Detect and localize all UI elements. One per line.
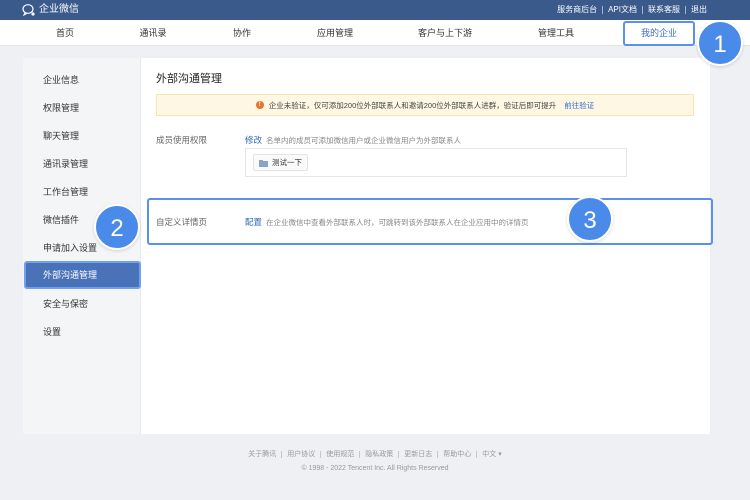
nav-app-management[interactable]: 应用管理	[317, 20, 353, 46]
sidebar-item-security[interactable]: 安全与保密	[23, 290, 141, 318]
member-permission-description: 名单内的成员可添加微信用户或企业微信用户为外部联系人	[266, 136, 461, 145]
wework-logo-icon	[22, 4, 35, 17]
member-list-box: 测试一下	[245, 148, 627, 177]
provider-admin-link[interactable]: 服务商后台	[552, 4, 602, 16]
page-title: 外部沟通管理	[156, 73, 222, 85]
nav-home[interactable]: 首页	[56, 20, 74, 46]
annotation-badge-1: 1	[697, 20, 743, 66]
language-selector[interactable]: 中文 ▾	[477, 449, 506, 459]
warning-text: 企业未验证，仅可添加200位外部联系人和邀请200位外部联系人进群，验证后即可提…	[268, 100, 557, 110]
sidebar-item-contacts-management[interactable]: 通讯录管理	[23, 150, 141, 178]
footer-link-changelog[interactable]: 更新日志	[399, 449, 437, 459]
footer-link-privacy[interactable]: 隐私政策	[360, 449, 398, 459]
custom-detail-highlight-frame	[147, 198, 713, 245]
annotation-badge-2: 2	[94, 204, 140, 250]
sidebar-item-settings[interactable]: 设置	[23, 318, 141, 346]
logout-link[interactable]: 退出	[686, 4, 712, 16]
verification-warning: ! 企业未验证，仅可添加200位外部联系人和邀请200位外部联系人进群，验证后即…	[156, 94, 694, 116]
annotation-badge-3: 3	[567, 196, 613, 242]
api-docs-link[interactable]: API文档	[603, 4, 642, 16]
nav-collaboration[interactable]: 协作	[233, 20, 251, 46]
footer: 关于腾讯 用户协议 使用规范 隐私政策 更新日志 帮助中心 中文 ▾ © 199…	[0, 449, 750, 472]
footer-link-user-agreement[interactable]: 用户协议	[282, 449, 320, 459]
contact-support-link[interactable]: 联系客服	[643, 4, 685, 16]
footer-link-usage-rules[interactable]: 使用规范	[321, 449, 359, 459]
member-permission-label: 成员使用权限	[156, 135, 208, 145]
footer-link-help[interactable]: 帮助中心	[438, 449, 476, 459]
copyright: © 1998 - 2022 Tencent Inc. All Rights Re…	[301, 465, 449, 472]
nav-highlight-frame	[623, 21, 695, 46]
nav-management-tools[interactable]: 管理工具	[538, 20, 574, 46]
sidebar-item-permissions[interactable]: 权限管理	[23, 94, 141, 122]
top-links: 服务商后台 API文档 联系客服 退出	[552, 4, 712, 16]
sidebar-item-workbench-management[interactable]: 工作台管理	[23, 178, 141, 206]
footer-link-about[interactable]: 关于腾讯	[243, 449, 281, 459]
footer-links: 关于腾讯 用户协议 使用规范 隐私政策 更新日志 帮助中心 中文 ▾	[0, 449, 750, 459]
sidebar-item-external-communication[interactable]: 外部沟通管理	[24, 261, 141, 289]
top-bar: 企业微信 服务商后台 API文档 联系客服 退出	[0, 0, 750, 20]
nav-customers-partners[interactable]: 客户与上下游	[418, 20, 472, 46]
app-logo[interactable]: 企业微信	[22, 3, 79, 17]
sidebar-item-enterprise-info[interactable]: 企业信息	[23, 66, 141, 94]
modify-permission-link[interactable]: 修改	[245, 134, 262, 146]
app-name: 企业微信	[39, 4, 79, 15]
member-chip[interactable]: 测试一下	[253, 154, 308, 171]
sidebar-item-chat-management[interactable]: 聊天管理	[23, 122, 141, 150]
folder-icon	[259, 159, 268, 167]
nav-contacts[interactable]: 通讯录	[139, 20, 166, 46]
member-chip-label: 测试一下	[272, 158, 302, 167]
verify-link[interactable]: 前往验证	[564, 100, 594, 111]
warning-icon: !	[255, 101, 264, 109]
